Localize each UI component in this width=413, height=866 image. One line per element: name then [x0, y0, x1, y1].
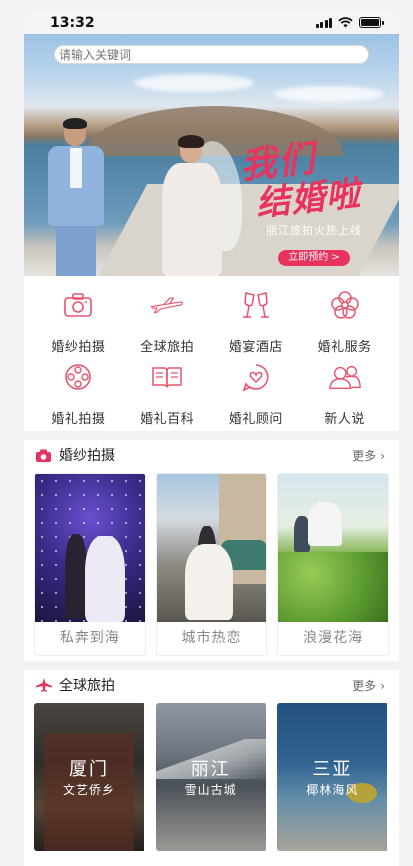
category-wedding-photo[interactable]: 婚纱拍摄	[34, 284, 123, 356]
more-label: 更多	[352, 679, 377, 693]
signal-icon	[315, 17, 332, 28]
city-name: 丽江	[190, 759, 231, 780]
city-subtitle: 雪山古城	[184, 783, 237, 797]
destination-card[interactable]: 丽江 雪山古城	[155, 703, 268, 851]
battery-icon	[359, 17, 384, 28]
section-header: 全球旅拍 更多 ›	[24, 670, 399, 700]
banner-subtitle: 丽江旅拍火热上线	[266, 224, 362, 237]
city-subtitle: 文艺侨乡	[62, 783, 115, 797]
card-image	[156, 474, 267, 622]
category-global-travel[interactable]: 全球旅拍	[123, 284, 212, 356]
book-now-button[interactable]: 立即预约 >	[278, 250, 350, 266]
category-label: 全球旅拍	[140, 340, 195, 355]
category-wedding-consultant[interactable]: 婚礼顾问	[212, 356, 301, 428]
banner-title-line2: 结婚啦	[254, 173, 363, 225]
status-bar: 13:32	[24, 12, 399, 34]
destination-card[interactable]: 厦门 文艺侨乡	[34, 703, 146, 851]
category-banquet-hotel[interactable]: 婚宴酒店	[212, 284, 301, 356]
airplane-icon	[150, 288, 184, 322]
bride-figure	[148, 135, 242, 276]
more-link[interactable]: 更多 ›	[352, 677, 385, 694]
camera-icon	[36, 447, 52, 463]
open-book-icon	[150, 360, 184, 394]
city-name: 三亚	[312, 759, 353, 780]
category-label: 婚宴酒店	[228, 340, 283, 355]
category-wedding-filming[interactable]: 婚礼拍摄	[34, 356, 123, 428]
chevron-right-icon: ›	[380, 448, 385, 463]
card-caption: 浪漫花海	[303, 630, 364, 646]
card-caption: 私奔到海	[59, 630, 120, 646]
card-image: 厦门 文艺侨乡	[34, 703, 144, 851]
destination-card[interactable]: 三亚 椰林海风	[277, 703, 389, 851]
category-label: 婚礼百科	[140, 412, 195, 427]
couple-icon	[328, 360, 362, 394]
category-label: 婚纱拍摄	[51, 340, 106, 355]
card-caption: 城市热恋	[181, 630, 242, 646]
category-wedding-wiki[interactable]: 婚礼百科	[123, 356, 212, 428]
hero-banner[interactable]: 我们 结婚啦 丽江旅拍火热上线 立即预约 >	[24, 34, 399, 276]
flower-icon	[328, 288, 362, 322]
section-title: 全球旅拍	[59, 678, 115, 694]
card-image	[278, 474, 389, 622]
wifi-icon	[338, 17, 353, 28]
card-image	[35, 474, 145, 622]
category-newlyweds-talk[interactable]: 新人说	[300, 356, 389, 428]
camera-icon	[61, 288, 95, 322]
category-label: 婚礼顾问	[228, 412, 283, 427]
city-subtitle: 椰林海风	[306, 783, 359, 797]
status-time: 13:32	[50, 15, 95, 31]
category-label: 新人说	[324, 412, 365, 427]
banner-title: 我们 结婚啦	[238, 137, 363, 224]
category-wedding-service[interactable]: 婚礼服务	[300, 284, 389, 356]
champagne-glasses-icon	[239, 288, 273, 322]
search-input[interactable]	[54, 45, 369, 64]
more-label: 更多	[352, 449, 377, 463]
airplane-icon	[36, 677, 52, 693]
more-link[interactable]: 更多 ›	[352, 447, 385, 464]
chevron-right-icon: ›	[380, 678, 385, 693]
photo-card[interactable]: 浪漫花海	[277, 473, 390, 656]
groom-figure	[44, 118, 108, 276]
photo-card[interactable]: 私奔到海	[34, 473, 146, 656]
section-title: 婚纱拍摄	[59, 448, 115, 464]
card-image: 三亚 椰林海风	[277, 703, 388, 851]
card-image: 丽江 雪山古城	[155, 703, 266, 851]
phone-screen: 13:32 我们 结婚啦 丽江旅拍火热上线	[24, 12, 399, 866]
section-header: 婚纱拍摄 更多 ›	[24, 440, 399, 470]
status-icons	[315, 17, 384, 28]
wedding-photo-section: 婚纱拍摄 更多 › 私奔到海 城市热恋 浪漫花海	[24, 440, 399, 661]
category-label: 婚礼服务	[317, 340, 372, 355]
film-reel-icon	[61, 360, 95, 394]
photo-card[interactable]: 城市热恋	[155, 473, 268, 656]
category-grid: 婚纱拍摄 全球旅拍 婚宴酒店 婚礼服务 婚礼拍摄 婚礼百科 婚礼顾问 新人说	[24, 276, 399, 431]
global-travel-section: 全球旅拍 更多 › 厦门 文艺侨乡 丽江 雪山古城 三亚 椰林海风	[24, 670, 399, 866]
city-name: 厦门	[69, 759, 109, 780]
heart-chat-icon	[239, 360, 273, 394]
category-label: 婚礼拍摄	[51, 412, 106, 427]
